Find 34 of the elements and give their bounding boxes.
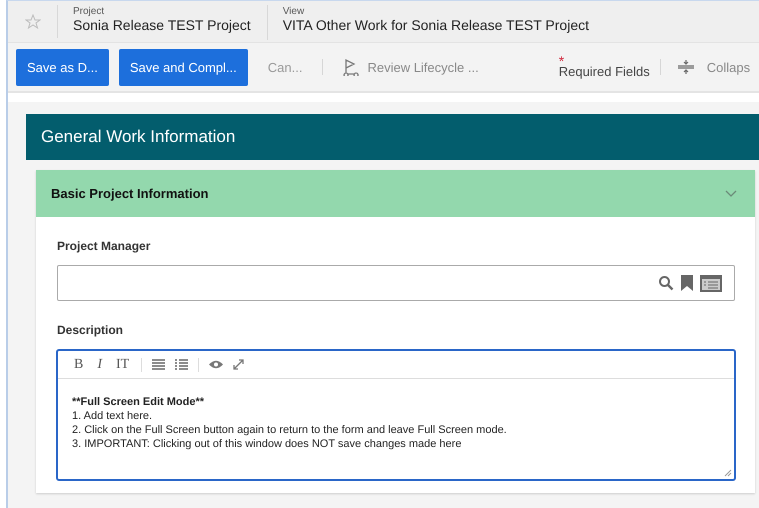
expand-icon[interactable] xyxy=(233,359,244,370)
description-editor[interactable] xyxy=(56,349,736,481)
required-fields-label: Required Fields xyxy=(558,64,650,78)
project-label: Project xyxy=(73,6,106,17)
project-manager-field[interactable] xyxy=(57,265,735,301)
cancel-button[interactable]: Can... xyxy=(258,60,312,74)
bookmark-icon[interactable] xyxy=(680,274,694,292)
save-button[interactable]: Save as D... xyxy=(16,48,109,86)
description-line: 2. Click on the Full Screen button again to return to the form and leave Full Screen mode. xyxy=(72,423,508,437)
review-lifecycle-button[interactable]: Review Lifecycle ... xyxy=(333,58,489,76)
eye-icon[interactable] xyxy=(209,360,224,369)
required-asterisk: * xyxy=(558,56,564,66)
description-line: 1. Add text here. xyxy=(72,409,154,423)
bullet-list-icon[interactable] xyxy=(175,359,188,370)
description-line: 3. IMPORTANT: Clicking out of this window does NOT save changes made here xyxy=(72,437,462,451)
panel-header[interactable]: Basic Project Information xyxy=(36,170,755,217)
view-name: VITA Other Work for Sonia Release TEST Project xyxy=(282,17,589,33)
list-card-icon[interactable] xyxy=(700,274,722,292)
star-icon[interactable] xyxy=(24,14,40,30)
field-label: Project Manager xyxy=(57,239,152,253)
project-name: Sonia Release TEST Project xyxy=(73,17,251,33)
section-header: General Work Information xyxy=(26,114,759,160)
collapse-icon xyxy=(676,59,695,75)
flag-nodes-icon xyxy=(343,58,360,76)
format-button[interactable]: IT xyxy=(114,356,132,372)
field-label: Description xyxy=(57,323,124,337)
format-button[interactable]: I xyxy=(95,356,104,372)
search-icon[interactable] xyxy=(658,275,674,291)
description-line: **Full Screen Edit Mode** xyxy=(72,395,206,409)
view-label: View xyxy=(282,6,306,17)
collapse-button[interactable]: Collaps xyxy=(670,59,758,75)
save-button[interactable]: Save and Compl... xyxy=(118,48,248,86)
resize-grip-icon[interactable] xyxy=(724,469,732,477)
format-button[interactable]: B xyxy=(72,356,86,372)
